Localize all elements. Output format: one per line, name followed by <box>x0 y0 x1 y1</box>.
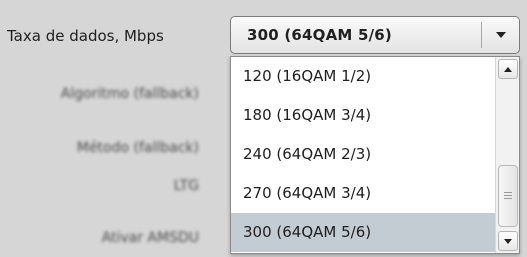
blurred-field-label: LTG <box>173 178 199 194</box>
combobox-divider <box>481 22 482 48</box>
dropdown-arrow-button[interactable] <box>483 17 519 53</box>
blurred-field-label: Ativar AMSDU <box>101 230 199 246</box>
dropdown-option[interactable]: 120 (16QAM 1/2) <box>231 57 495 96</box>
data-rate-label: Taxa de dados, Mbps <box>7 27 164 45</box>
dropdown-option-selected[interactable]: 300 (64QAM 5/6) <box>231 213 495 252</box>
scroll-down-button[interactable] <box>498 231 518 251</box>
blurred-field-label: Algoritmo (fallback) <box>60 86 199 102</box>
triangle-up-icon <box>504 66 512 72</box>
combobox-selected-value: 300 (64QAM 5/6) <box>247 26 392 44</box>
data-rate-combobox[interactable]: 300 (64QAM 5/6) <box>230 16 520 54</box>
dropdown-scrollbar[interactable] <box>495 57 519 253</box>
scroll-thumb[interactable] <box>498 165 518 227</box>
dropdown-option[interactable]: 180 (16QAM 3/4) <box>231 96 495 135</box>
scroll-up-button[interactable] <box>498 59 518 79</box>
grip-lines-icon <box>504 191 512 201</box>
triangle-down-icon <box>496 32 506 38</box>
dropdown-option[interactable]: 240 (64QAM 2/3) <box>231 135 495 174</box>
blurred-field-label: Método (fallback) <box>76 140 199 156</box>
data-rate-dropdown-list: 120 (16QAM 1/2) 180 (16QAM 3/4) 240 (64Q… <box>230 56 520 254</box>
triangle-down-icon <box>504 238 512 244</box>
dropdown-option[interactable]: 270 (64QAM 3/4) <box>231 174 495 213</box>
